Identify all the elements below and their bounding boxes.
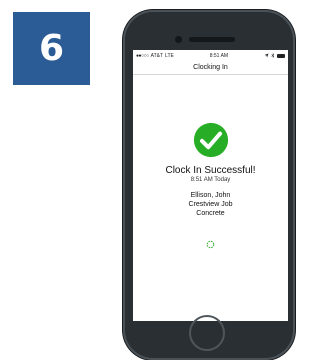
location-icon xyxy=(264,53,269,58)
check-circle-icon xyxy=(193,122,228,158)
success-title: Clock In Successful! xyxy=(165,165,256,176)
status-left: ●●○○○ AT&T LTE xyxy=(136,53,174,59)
battery-icon xyxy=(276,53,285,58)
task-name: Concrete xyxy=(196,210,225,217)
spinner-icon xyxy=(206,240,215,249)
job-name: Crestview Job xyxy=(188,201,233,208)
bluetooth-icon xyxy=(271,53,275,58)
step-number-badge: 6 xyxy=(13,12,90,85)
phone-screen: ●●○○○ AT&T LTE 8:51 AM Clocking In Clock… xyxy=(133,50,288,321)
home-button[interactable] xyxy=(189,315,225,351)
status-right xyxy=(264,53,285,58)
nav-bar: Clocking In xyxy=(133,61,288,75)
status-bar: ●●○○○ AT&T LTE 8:51 AM xyxy=(133,50,288,61)
clock-in-result: Clock In Successful! 8:51 AM Today Ellis… xyxy=(133,122,288,249)
clock-in-time: 8:51 AM Today xyxy=(190,177,231,183)
front-camera xyxy=(175,36,182,43)
network-type: LTE xyxy=(165,52,174,59)
clock-in-details: Ellison, John Crestview Job Concrete xyxy=(133,191,288,218)
phone-frame: ●●○○○ AT&T LTE 8:51 AM Clocking In Clock… xyxy=(123,10,295,360)
signal-strength: ●●○○○ xyxy=(136,52,149,59)
nav-title: Clocking In xyxy=(193,64,228,71)
status-time: 8:51 AM xyxy=(209,52,229,59)
employee-name: Ellison, John xyxy=(190,192,231,199)
earpiece-speaker xyxy=(189,37,235,42)
carrier-name: AT&T xyxy=(150,52,164,59)
